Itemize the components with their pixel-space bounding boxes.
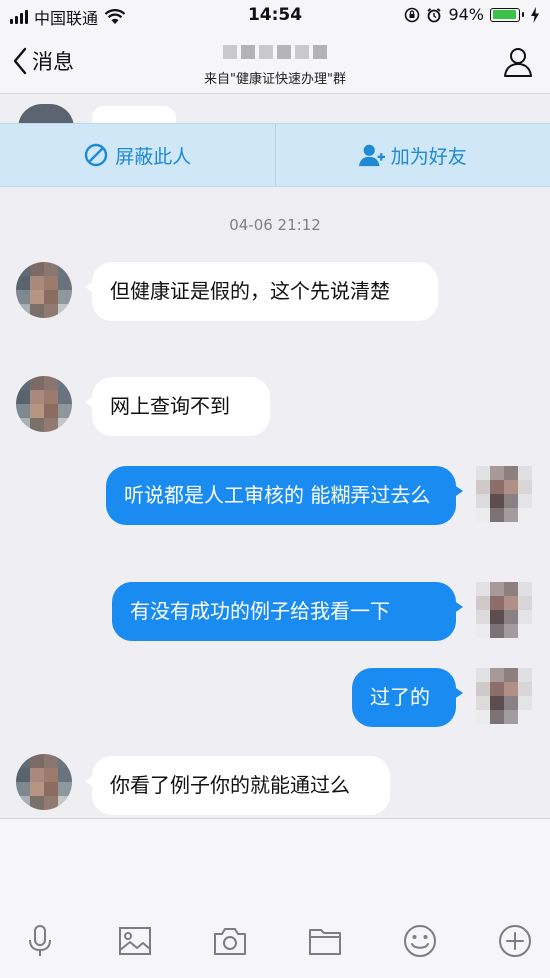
camera-icon — [214, 928, 246, 955]
block-icon — [85, 143, 108, 167]
voice-button[interactable] — [22, 923, 58, 959]
image-icon — [119, 927, 151, 955]
pixelated-name — [160, 38, 390, 66]
microphone-icon — [29, 925, 51, 956]
battery-icon — [490, 7, 524, 22]
chevron-left-icon — [13, 47, 27, 75]
message-bubble-outgoing: 过了的 — [352, 668, 463, 727]
nav-bar: 消息 来自"健康证快速办理"群 — [0, 32, 550, 94]
add-friend-icon — [358, 144, 385, 167]
message-bubble-outgoing: 有没有成功的例子给我看一下 — [112, 582, 463, 641]
add-friend-button[interactable]: 加为好友 — [274, 124, 550, 186]
add-friend-label: 加为好友 — [390, 145, 467, 168]
battery-percent: 94% — [448, 5, 484, 24]
message-bubble-incoming: 网上查询不到 — [85, 377, 270, 436]
camera-button[interactable] — [212, 923, 248, 959]
more-button[interactable] — [497, 923, 533, 959]
message-bubble-incoming: 你看了例子你的就能通过么 — [85, 756, 390, 815]
back-button[interactable]: 消息 — [12, 46, 74, 76]
emoji-icon — [404, 925, 436, 957]
message-bubble-outgoing: 听说都是人工审核的 能糊弄过去么 — [106, 466, 463, 525]
my-avatar[interactable] — [476, 668, 532, 724]
block-user-label: 屏蔽此人 — [115, 145, 192, 168]
folder-icon — [309, 929, 341, 955]
status-bar: 中国联通 14:54 94% — [0, 0, 550, 32]
contact-avatar[interactable] — [16, 262, 72, 318]
input-area — [0, 818, 550, 978]
chat-screen: 中国联通 14:54 94% 消息 来自"健康证快速办理"群 屏蔽此人 加为好友… — [0, 0, 550, 978]
plus-icon — [499, 925, 531, 957]
message-timestamp: 04-06 21:12 — [229, 216, 321, 234]
message-bubble-incoming: 但健康证是假的，这个先说清楚 — [85, 262, 438, 321]
message-clip-region: 你看了例子你的就能通过么 — [0, 740, 550, 818]
file-button[interactable] — [307, 923, 343, 959]
back-label: 消息 — [32, 50, 74, 74]
input-toolbar — [0, 923, 550, 963]
contact-avatar[interactable] — [16, 376, 72, 432]
alarm-icon — [427, 7, 442, 22]
group-source-subtitle: 来自"健康证快速办理"群 — [204, 72, 346, 87]
my-avatar[interactable] — [476, 466, 532, 522]
status-right: 94% — [404, 5, 540, 24]
photo-button[interactable] — [117, 923, 153, 959]
orientation-lock-icon — [405, 7, 420, 22]
stranger-action-bar: 屏蔽此人 加为好友 — [0, 123, 550, 187]
emoji-button[interactable] — [402, 923, 438, 959]
conversation-title: 来自"健康证快速办理"群 — [160, 38, 390, 87]
block-user-button[interactable]: 屏蔽此人 — [0, 124, 275, 186]
contact-avatar[interactable] — [16, 754, 72, 810]
my-avatar[interactable] — [476, 582, 532, 638]
profile-icon[interactable] — [502, 46, 534, 78]
message-input[interactable] — [0, 819, 550, 905]
charging-icon — [531, 6, 539, 23]
